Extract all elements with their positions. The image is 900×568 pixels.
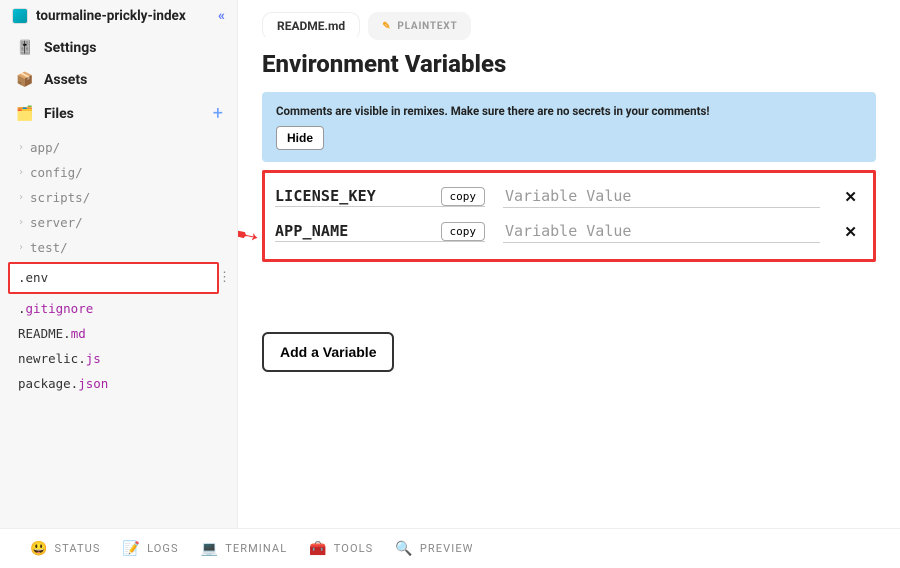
tab-plaintext[interactable]: ✎PLAINTEXT [368,12,471,40]
copy-button[interactable]: copy [441,222,486,241]
sidebar-section-settings[interactable]: 🎚️ Settings [0,32,237,64]
env-var-value-input[interactable] [503,185,820,208]
bottom-preview[interactable]: 🔍PREVIEW [395,541,473,557]
delete-var-icon[interactable]: ✕ [838,223,863,241]
chevron-right-icon: › [18,142,24,153]
sidebar-section-assets[interactable]: 📦 Assets [0,64,237,96]
project-logo-icon [12,8,28,24]
sidebar-section-label: Assets [44,72,87,88]
file-menu-icon[interactable]: ⋮ [218,270,231,285]
bottom-bar: 😃STATUS 📝LOGS 💻TERMINAL 🧰TOOLS 🔍PREVIEW [0,528,900,568]
add-file-icon[interactable]: + [213,103,223,124]
project-title[interactable]: tourmaline-prickly-index [36,8,210,24]
tab-readme[interactable]: README.md [262,12,360,40]
add-variable-button[interactable]: Add a Variable [262,332,394,372]
tree-file[interactable]: .gitignore [4,296,237,321]
env-vars-highlight: LICENSE_KEY copy ✕ APP_NAME copy ✕ [262,170,876,262]
bottom-tools[interactable]: 🧰TOOLS [309,541,373,557]
env-var-value-input[interactable] [503,220,820,243]
chevron-right-icon: › [18,192,24,203]
bottom-status[interactable]: 😃STATUS [30,541,101,557]
chevron-right-icon: › [18,167,24,178]
sidebar-section-files[interactable]: 🗂️ Files + [0,96,237,131]
terminal-icon: 💻 [201,541,220,557]
page-title: Environment Variables [262,50,876,78]
tree-dir[interactable]: ›config/ [4,160,237,185]
env-var-row: APP_NAME copy ✕ [271,214,867,249]
bottom-logs[interactable]: 📝LOGS [123,541,179,557]
tree-file[interactable]: README.md [4,321,237,346]
file-tree: ›app/ ›config/ ›scripts/ ›server/ ›test/… [0,131,237,396]
env-var-name[interactable]: LICENSE_KEY [275,187,376,205]
tree-file-env-highlighted[interactable]: .env ⋮ [8,262,219,294]
tree-dir[interactable]: ›app/ [4,135,237,160]
hide-button[interactable]: Hide [276,126,324,150]
main-content: README.md ✎PLAINTEXT Environment Variabl… [238,0,900,528]
tools-icon: 🧰 [309,541,328,557]
tree-file[interactable]: newrelic.js [4,346,237,371]
env-var-name[interactable]: APP_NAME [275,222,348,240]
sidebar-header: tourmaline-prickly-index « [0,8,237,32]
settings-icon: 🎚️ [16,39,34,57]
info-banner: Comments are visible in remixes. Make su… [262,92,876,162]
assets-icon: 📦 [16,71,34,89]
chevron-right-icon: › [18,242,24,253]
sidebar-section-label: Files [44,106,74,122]
logs-icon: 📝 [123,541,142,557]
sidebar: tourmaline-prickly-index « 🎚️ Settings 📦… [0,0,238,528]
sidebar-section-label: Settings [44,40,96,56]
editor-tabs: README.md ✎PLAINTEXT [262,12,876,40]
preview-icon: 🔍 [395,541,414,557]
tree-dir[interactable]: ›test/ [4,235,237,260]
info-text: Comments are visible in remixes. Make su… [276,104,862,118]
status-icon: 😃 [30,541,49,557]
env-var-row: LICENSE_KEY copy ✕ [271,179,867,214]
tree-file[interactable]: package.json [4,371,237,396]
collapse-sidebar-icon[interactable]: « [218,8,225,24]
pencil-icon: ✎ [382,21,391,32]
tree-dir[interactable]: ›scripts/ [4,185,237,210]
annotation-arrow-icon: ➸ [238,218,262,252]
delete-var-icon[interactable]: ✕ [838,188,863,206]
files-icon: 🗂️ [16,105,34,123]
chevron-right-icon: › [18,217,24,228]
tree-dir[interactable]: ›server/ [4,210,237,235]
copy-button[interactable]: copy [441,187,486,206]
bottom-terminal[interactable]: 💻TERMINAL [201,541,288,557]
